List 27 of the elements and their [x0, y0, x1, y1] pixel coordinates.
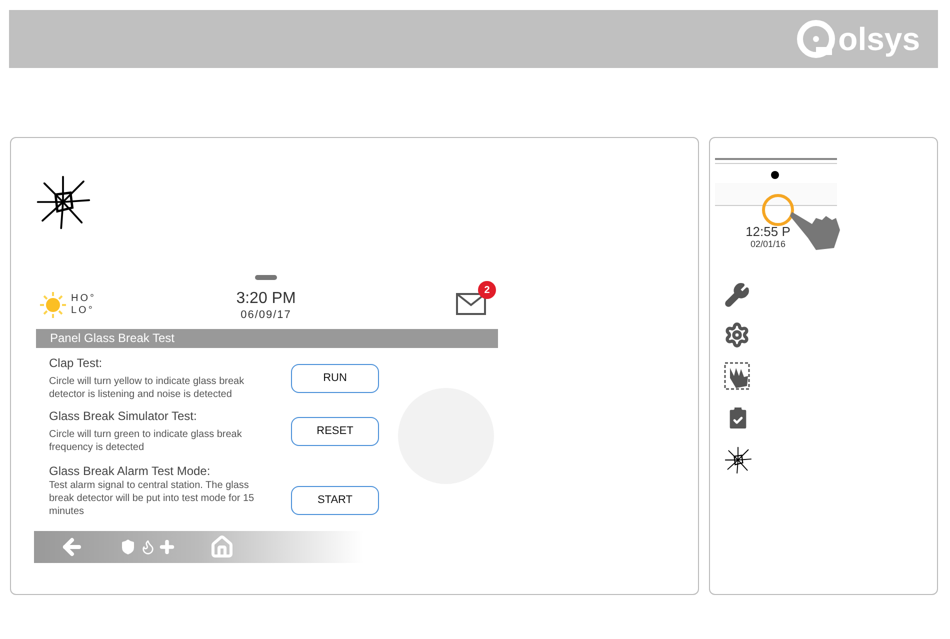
high-temperature: HO° [71, 293, 96, 305]
clock-time: 3:20 PM [236, 289, 296, 309]
handle-bar [255, 275, 277, 280]
logo: olsys [796, 19, 920, 59]
test-title: Glass Break Simulator Test: [49, 409, 198, 424]
test-button[interactable]: RUN [291, 364, 379, 393]
settings-icon[interactable] [724, 322, 750, 348]
sun-icon [39, 291, 67, 319]
preview-date: 02/01/16 [750, 239, 786, 250]
screen-title-bar: Panel Glass Break Test [36, 329, 498, 348]
test-title: Clap Test: [49, 356, 104, 371]
test-button[interactable]: RESET [291, 417, 379, 446]
low-temperature: LO° [71, 305, 96, 317]
clock-date: 06/09/17 [240, 309, 292, 322]
back-icon[interactable] [60, 535, 84, 559]
test-description: Circle will turn green to indicate glass break frequency is detected [49, 428, 243, 454]
wrench-icon[interactable] [724, 282, 750, 308]
hand-grid-icon[interactable] [724, 362, 750, 390]
notification-badge: 2 [478, 281, 496, 299]
mail-icon[interactable] [456, 293, 486, 315]
test-description: Circle will turn yellow to indicate glass break detector is listening and noise is detected [49, 375, 246, 401]
glass-break-icon [724, 446, 752, 474]
test-description: Test alarm signal to central station. The glass break detector will be put into test mode for 15 minutes [49, 479, 256, 518]
preview-time: 12:55 P [746, 224, 790, 239]
glass-break-icon [35, 174, 91, 230]
test-title: Glass Break Alarm Test Mode: [49, 464, 212, 479]
test-button[interactable]: START [291, 486, 379, 514]
